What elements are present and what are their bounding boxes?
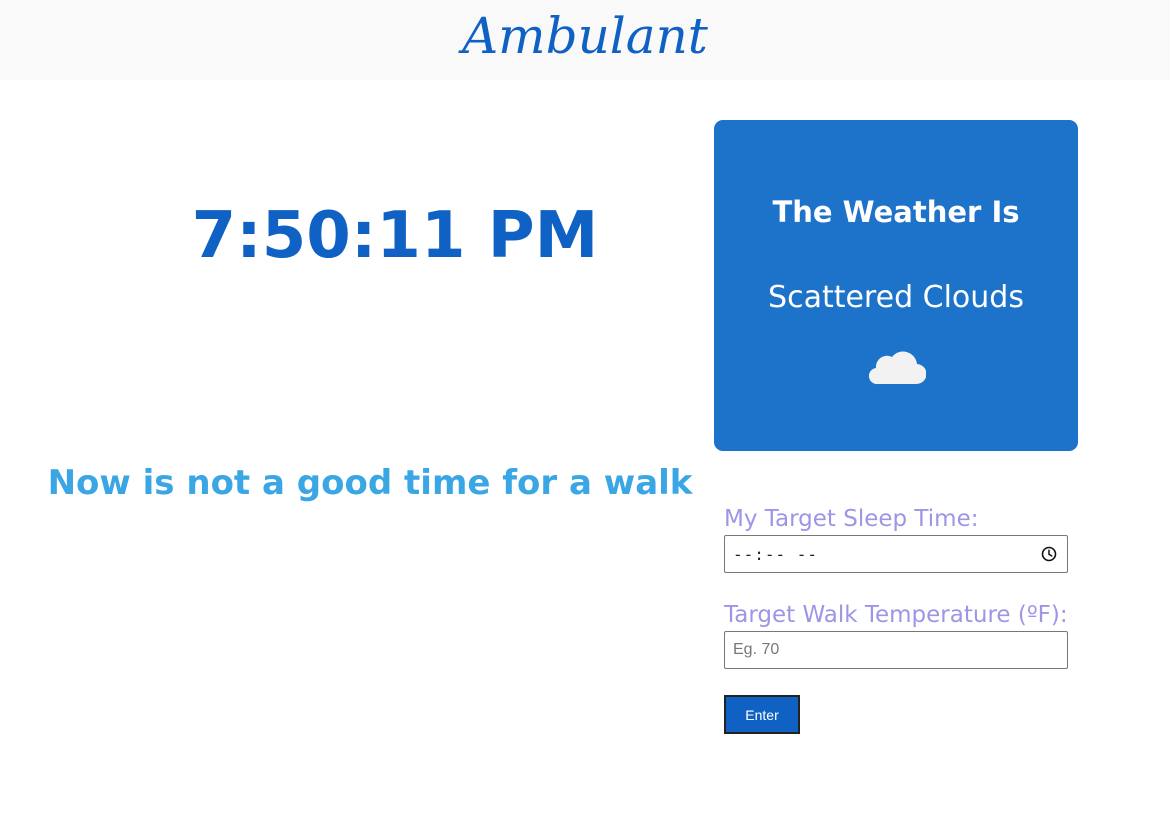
weather-card: The Weather Is Scattered Clouds bbox=[714, 120, 1078, 451]
brand-logo: Ambulant bbox=[462, 7, 708, 65]
cloud-icon bbox=[868, 351, 926, 385]
sleep-time-label: My Target Sleep Time: bbox=[724, 506, 979, 532]
clock-icon[interactable] bbox=[1041, 546, 1057, 562]
header-bar: Ambulant bbox=[0, 0, 1170, 80]
sleep-time-value: --:-- -- bbox=[733, 545, 819, 564]
walk-temperature-label: Target Walk Temperature (ºF): bbox=[724, 602, 1068, 628]
enter-button[interactable]: Enter bbox=[724, 695, 800, 734]
sleep-time-input[interactable]: --:-- -- bbox=[724, 535, 1068, 573]
weather-description: Scattered Clouds bbox=[768, 280, 1024, 315]
walk-status-message: Now is not a good time for a walk bbox=[47, 463, 693, 503]
walk-temperature-input[interactable] bbox=[724, 631, 1068, 669]
current-time: 7:50:11 PM bbox=[191, 199, 599, 273]
weather-title: The Weather Is bbox=[772, 195, 1020, 229]
